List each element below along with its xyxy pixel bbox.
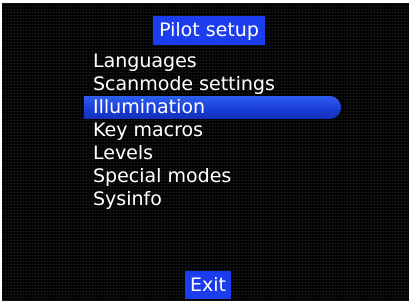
menu-item-scanmode-settings[interactable]: Scanmode settings — [84, 73, 344, 96]
menu-item-special-modes[interactable]: Special modes — [84, 165, 344, 188]
menu-item-languages[interactable]: Languages — [84, 50, 344, 73]
menu-item-illumination[interactable]: Illumination — [84, 96, 341, 119]
device-bezel: Pilot setup Languages Scanmode settings … — [0, 0, 413, 304]
page-title: Pilot setup — [153, 16, 265, 45]
exit-button[interactable]: Exit — [185, 271, 231, 299]
setup-menu: Languages Scanmode settings Illumination… — [84, 50, 344, 211]
menu-item-key-macros[interactable]: Key macros — [84, 119, 344, 142]
menu-item-levels[interactable]: Levels — [84, 142, 344, 165]
menu-item-sysinfo[interactable]: Sysinfo — [84, 188, 344, 211]
lcd-screen: Pilot setup Languages Scanmode settings … — [2, 3, 409, 301]
